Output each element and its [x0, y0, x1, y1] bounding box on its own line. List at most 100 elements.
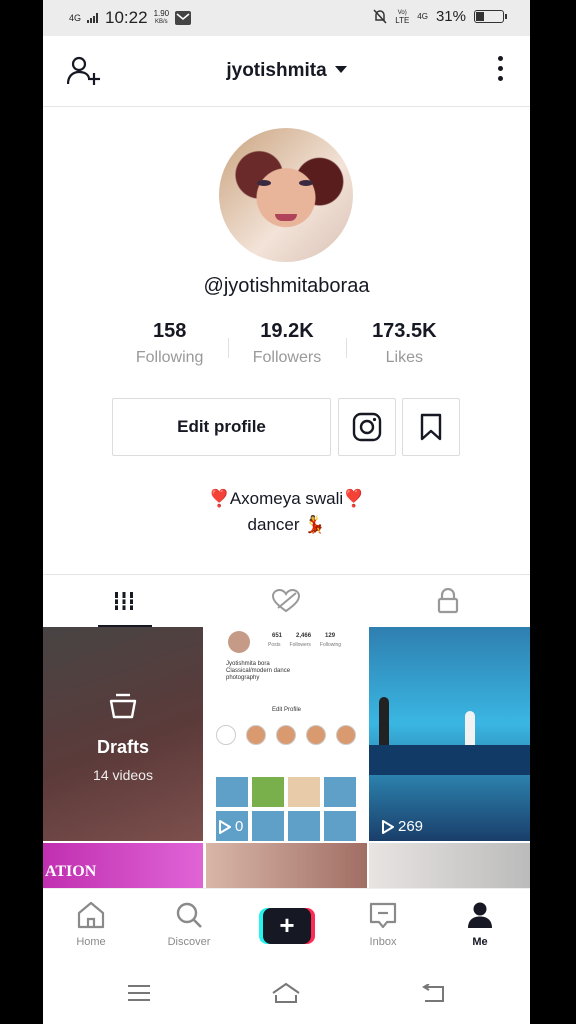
nav-label: Home — [76, 936, 106, 948]
stat-label: Likes — [385, 349, 423, 366]
create-button[interactable]: + — [259, 908, 315, 944]
lock-icon — [437, 588, 459, 614]
video-tile[interactable]: ATION — [43, 843, 203, 889]
thumbnail-stage — [369, 745, 530, 775]
thumbnail-stats: 651 2,466 129 — [272, 633, 335, 639]
network-indicator-right: 4G — [417, 11, 428, 21]
clock: 10:22 — [105, 8, 148, 27]
thumbnail-text: ATION — [45, 863, 97, 880]
back-icon[interactable] — [421, 984, 447, 1004]
edit-profile-button[interactable]: Edit profile — [112, 398, 331, 456]
thumbnail-stat: 129 — [325, 633, 336, 639]
stat-following[interactable]: 158 Following — [111, 320, 228, 376]
nav-discover[interactable]: Discover — [154, 901, 224, 948]
video-thumbnail: 651 2,466 129 Posts Followers Following … — [206, 627, 367, 841]
tab-liked[interactable] — [205, 575, 367, 627]
avatar-mouth — [275, 214, 297, 221]
signal-icon — [87, 13, 99, 23]
drafts-icon — [109, 693, 137, 719]
video-tile[interactable] — [206, 843, 367, 889]
home-icon — [77, 901, 105, 929]
message-notification-icon — [175, 11, 192, 25]
volte-bottom: LTE — [395, 15, 410, 25]
grid-icon — [113, 592, 135, 610]
thumbnail-bio-line: photography — [226, 675, 260, 681]
bio-line-2: dancer 💃 — [43, 512, 530, 538]
bio-line-1: ❣️Axomeya swali❣️ — [43, 486, 530, 512]
status-left: 4G 10:22 1.90 KB/s — [69, 8, 192, 28]
more-options-icon[interactable] — [496, 56, 504, 86]
bio-text-2: dancer — [247, 515, 300, 534]
bio-heart-left: ❣️ — [208, 489, 230, 508]
profile-header: jyotishmita — [43, 36, 530, 107]
thumbnail-stat-labels: Posts Followers Following — [268, 642, 341, 648]
thumbnail-highlights — [216, 725, 356, 745]
instagram-button[interactable] — [338, 398, 396, 456]
stat-followers[interactable]: 19.2K Followers — [228, 320, 345, 376]
battery-icon — [474, 10, 507, 23]
speed-indicator: 1.90 KB/s — [154, 10, 170, 26]
nav-label: Me — [472, 936, 488, 948]
bio-text-1: Axomeya swali — [229, 489, 344, 508]
account-switcher[interactable]: jyotishmita — [43, 60, 530, 82]
nav-me[interactable]: Me — [445, 901, 515, 948]
home-button-icon[interactable] — [271, 982, 301, 1004]
thumbnail-name: Jyotishmita bora — [226, 661, 270, 667]
bio-dancer-emoji: 💃 — [304, 515, 326, 534]
video-tile[interactable]: 269 — [369, 627, 530, 841]
nav-home[interactable]: Home — [56, 901, 126, 948]
system-nav-bar — [43, 962, 530, 1024]
tab-videos[interactable] — [43, 575, 205, 627]
search-icon — [176, 902, 202, 928]
thumbnail-figure — [379, 697, 389, 747]
view-count-value: 0 — [235, 818, 244, 835]
status-bar: 4G 10:22 1.90 KB/s Vo) LTE 4G 31% — [43, 0, 530, 36]
play-icon — [382, 819, 394, 834]
avatar-eye-right — [299, 180, 313, 186]
speed-unit: KB/s — [155, 19, 168, 25]
avatar-eye-left — [257, 180, 271, 186]
view-count-value: 269 — [398, 818, 424, 835]
inbox-icon — [369, 902, 397, 929]
thumbnail-stat-label: Following — [319, 642, 342, 648]
stat-value: 158 — [152, 320, 187, 342]
thumbnail-avatar — [228, 631, 250, 653]
battery-fill — [476, 12, 484, 21]
drafts-tile[interactable]: Drafts 14 videos — [43, 627, 203, 841]
view-count: 0 — [218, 818, 243, 835]
thumbnail-stat: 651 — [272, 633, 283, 639]
stat-value: 173.5K — [372, 320, 437, 342]
profile-handle: @jyotishmitaboraa — [203, 275, 370, 297]
thumbnail-stat: 2,466 — [296, 633, 312, 639]
caret-down-icon — [334, 66, 347, 73]
thumbnail-stat-label: Posts — [268, 642, 281, 648]
mute-bell-icon — [373, 9, 387, 24]
play-icon — [219, 819, 231, 834]
stat-likes[interactable]: 173.5K Likes — [345, 320, 463, 376]
nav-inbox[interactable]: Inbox — [348, 901, 418, 948]
menu-icon[interactable] — [127, 984, 151, 1002]
liked-heart-icon — [272, 589, 300, 613]
video-tile[interactable] — [369, 843, 530, 889]
create-plus-icon: + — [263, 908, 311, 944]
bio-heart-right: ❣️ — [343, 489, 365, 508]
speed-value: 1.90 — [153, 9, 170, 18]
tab-private[interactable] — [367, 575, 529, 627]
nav-label: Discover — [167, 936, 211, 948]
stat-value: 19.2K — [260, 320, 314, 342]
profile-stats: 158 Following 19.2K Followers 173.5K Lik… — [111, 320, 463, 376]
network-indicator-left: 4G — [69, 13, 82, 23]
favorites-button[interactable] — [402, 398, 460, 456]
instagram-icon — [352, 412, 382, 442]
thumbnail-bio: Jyotishmita bora Classical/modern dance … — [226, 661, 290, 682]
video-tile[interactable]: 651 2,466 129 Posts Followers Following … — [206, 627, 367, 841]
bottom-nav: Home Discover + Inbox Me — [43, 888, 530, 961]
profile-icon — [468, 902, 492, 928]
stat-label: Following — [135, 349, 204, 366]
avatar[interactable] — [219, 128, 353, 262]
nav-label: Inbox — [369, 936, 397, 948]
view-count: 269 — [381, 818, 423, 835]
stat-label: Followers — [252, 349, 322, 366]
video-grid: Drafts 14 videos 651 2,466 129 Posts Fol… — [43, 627, 530, 889]
thumbnail-stat-label: Followers — [289, 642, 311, 648]
